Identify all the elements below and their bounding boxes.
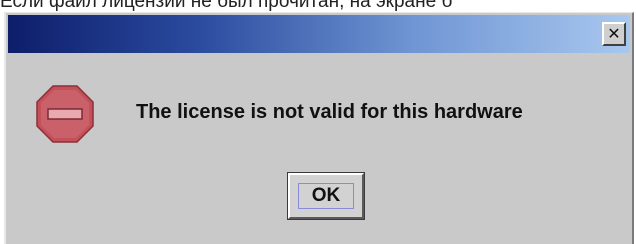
close-icon: ✕ <box>607 24 621 43</box>
error-message: The license is not valid for this hardwa… <box>136 101 523 123</box>
dialog-titlebar[interactable]: ✕ <box>8 15 630 53</box>
stop-error-icon <box>36 85 94 143</box>
ok-button-label: OK <box>298 183 354 209</box>
screen: Если файл лицензии не был прочитан, на э… <box>0 0 636 244</box>
error-dialog: ✕ The license is not valid for this hard… <box>4 12 634 244</box>
ok-button[interactable]: OK <box>287 172 365 220</box>
close-button[interactable]: ✕ <box>602 22 626 46</box>
